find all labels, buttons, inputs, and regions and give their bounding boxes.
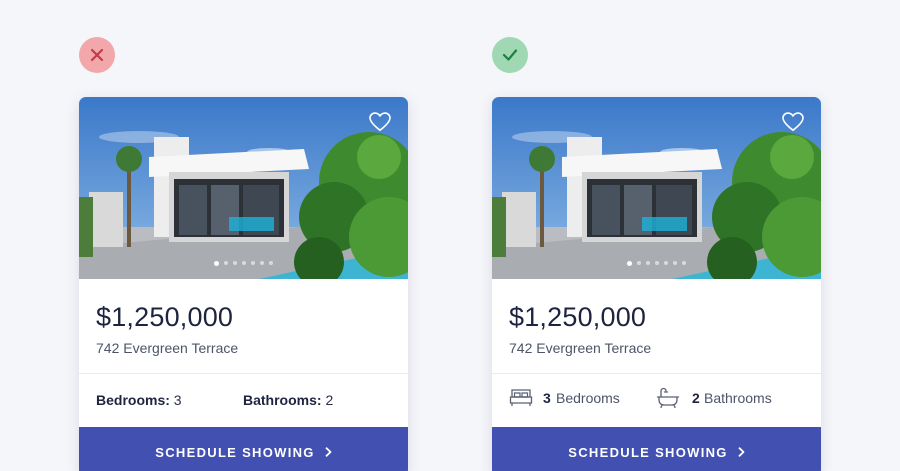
listing-photo[interactable]	[492, 97, 821, 279]
schedule-showing-label: SCHEDULE SHOWING	[155, 444, 315, 460]
carousel-dot[interactable]	[260, 261, 264, 265]
carousel-dot[interactable]	[646, 261, 650, 265]
carousel-dots[interactable]	[492, 260, 821, 266]
schedule-showing-button[interactable]: SCHEDULE SHOWING	[492, 427, 821, 471]
bedrooms-value: 3	[543, 390, 551, 406]
bathrooms-label: Bathrooms:	[243, 392, 322, 408]
listing-photo[interactable]	[79, 97, 408, 279]
bedrooms-value: 3	[173, 392, 182, 408]
carousel-dot[interactable]	[251, 261, 255, 265]
schedule-showing-label: SCHEDULE SHOWING	[568, 444, 728, 460]
carousel-dot[interactable]	[242, 261, 246, 265]
bathtub-icon	[656, 387, 680, 409]
good-example-badge	[492, 37, 528, 73]
carousel-dot[interactable]	[682, 261, 686, 265]
bedrooms-spec: Bedrooms: 3	[96, 392, 182, 408]
listing-address: 742 Evergreen Terrace	[509, 340, 652, 356]
chevron-right-icon	[325, 447, 332, 457]
divider	[492, 373, 821, 374]
listing-card-good[interactable]: $1,250,000 742 Evergreen Terrace 3 Bedro…	[492, 97, 821, 471]
listing-price: $1,250,000	[96, 302, 234, 332]
carousel-dot[interactable]	[224, 261, 228, 265]
bathrooms-spec: Bathrooms: 2	[243, 392, 333, 408]
listing-address: 742 Evergreen Terrace	[96, 340, 239, 356]
comparison-stage: $1,250,000 742 Evergreen Terrace Bedroom…	[0, 0, 900, 471]
listing-card-bad[interactable]: $1,250,000 742 Evergreen Terrace Bedroom…	[79, 97, 408, 471]
bathrooms-value: 2	[692, 390, 700, 406]
bed-icon	[509, 389, 533, 407]
x-icon	[90, 48, 104, 62]
bedrooms-label: Bedrooms	[556, 390, 620, 406]
favorite-heart-icon[interactable]	[782, 112, 804, 132]
schedule-showing-button[interactable]: SCHEDULE SHOWING	[79, 427, 408, 471]
check-icon	[502, 49, 518, 61]
listing-price: $1,250,000	[509, 302, 647, 332]
bathrooms-label: Bathrooms	[704, 390, 772, 406]
house-photo-image	[492, 97, 821, 279]
house-photo-image	[79, 97, 408, 279]
favorite-heart-icon[interactable]	[369, 112, 391, 132]
carousel-dot[interactable]	[673, 261, 677, 265]
carousel-dot[interactable]	[637, 261, 641, 265]
bad-example-badge	[79, 37, 115, 73]
carousel-dot[interactable]	[664, 261, 668, 265]
carousel-dot[interactable]	[233, 261, 237, 265]
carousel-dots[interactable]	[79, 260, 408, 266]
carousel-dot[interactable]	[627, 260, 632, 266]
chevron-right-icon	[738, 447, 745, 457]
divider	[79, 373, 408, 374]
bedrooms-label: Bedrooms:	[96, 392, 170, 408]
carousel-dot[interactable]	[214, 260, 219, 266]
carousel-dot[interactable]	[655, 261, 659, 265]
carousel-dot[interactable]	[269, 261, 273, 265]
bathrooms-value: 2	[325, 392, 334, 408]
